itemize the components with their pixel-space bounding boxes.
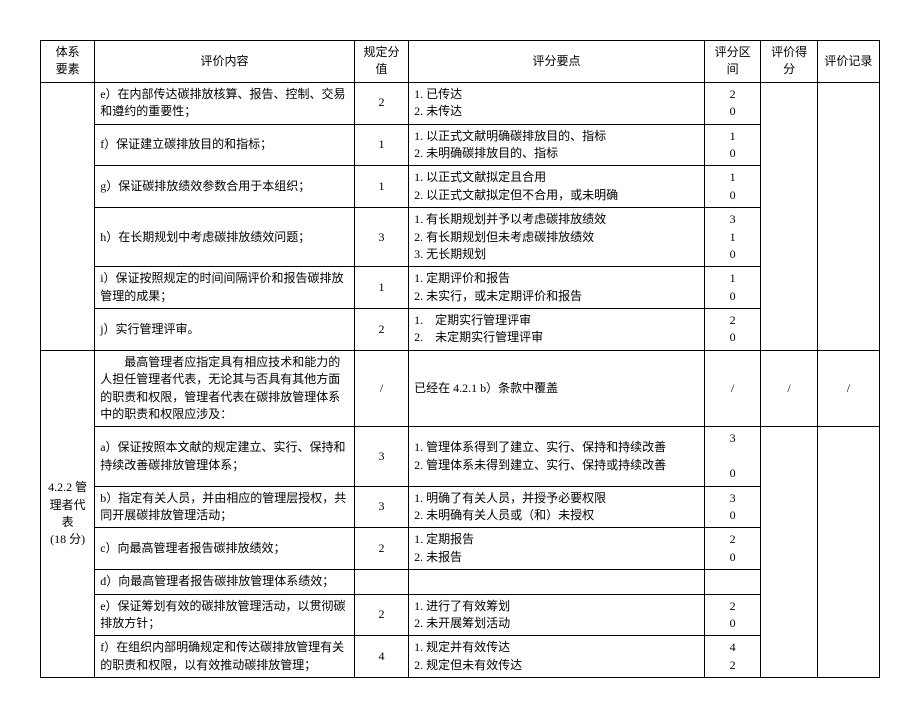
cell-content: 最高管理者应指定具有相应技术和能力的人担任管理者代表，无论其与否具有其他方面的职… — [95, 350, 355, 427]
cell-value: 2 — [354, 82, 408, 124]
cell-range: 20 — [704, 309, 760, 351]
cell-record — [817, 427, 879, 678]
cell-score — [761, 427, 817, 678]
cell-score — [761, 82, 817, 350]
cell-content: i）保证按照规定的时间间隔评价和报告碳排放管理的成果； — [95, 267, 355, 309]
header-range: 评分区间 — [704, 41, 760, 83]
header-content: 评价内容 — [95, 41, 355, 83]
cell-content: g）保证碳排放绩效参数合用于本组织； — [95, 166, 355, 208]
cell-content: f）在组织内部明确规定和传达碳排放管理有关的职责和权限，以有效推动碳排放管理； — [95, 636, 355, 678]
cell-value: 2 — [354, 594, 408, 636]
cell-range: 310 — [704, 208, 760, 267]
cell-content: e）在内部传达碳排放核算、报告、控制、交易和遵约的重要性； — [95, 82, 355, 124]
cell-range: 10 — [704, 267, 760, 309]
cell-record: / — [817, 350, 879, 427]
cell-value: 2 — [354, 309, 408, 351]
cell-score: / — [761, 350, 817, 427]
cell-value: 3 — [354, 486, 408, 528]
header-record: 评价记录 — [817, 41, 879, 83]
cell-range: / — [704, 350, 760, 427]
cell-value: 1 — [354, 267, 408, 309]
cell-range: 42 — [704, 636, 760, 678]
cell-points: 1. 明确了有关人员，并授予必要权限2. 未明确有关人员或（和）未授权 — [409, 486, 705, 528]
cell-value: 4 — [354, 636, 408, 678]
cell-points: 1. 定期报告2. 未报告 — [409, 528, 705, 570]
cell-range: 20 — [704, 594, 760, 636]
system-element: 4.2.2 管理者代表(18 分) — [41, 350, 95, 677]
cell-content: a）保证按照本文献的规定建立、实行、保持和持续改善碳排放管理体系； — [95, 427, 355, 486]
cell-range: 30 — [704, 486, 760, 528]
cell-content: e）保证筹划有效的碳排放管理活动，以贯彻碳排放方针； — [95, 594, 355, 636]
header-score: 评价得分 — [761, 41, 817, 83]
cell-range: 20 — [704, 528, 760, 570]
cell-points: 1. 有长期规划并予以考虑碳排放绩效2. 有长期规划但未考虑碳排放绩效3. 无长… — [409, 208, 705, 267]
cell-value: 1 — [354, 166, 408, 208]
cell-points — [409, 570, 705, 594]
cell-content: c）向最高管理者报告碳排放绩效； — [95, 528, 355, 570]
cell-value: 2 — [354, 528, 408, 570]
cell-range: 3 0 — [704, 427, 760, 486]
cell-content: f）保证建立碳排放目的和指标； — [95, 124, 355, 166]
cell-points: 1. 管理体系得到了建立、实行、保持和持续改善2. 管理体系未得到建立、实行、保… — [409, 427, 705, 486]
system-element-cont — [41, 82, 95, 350]
cell-content: h）在长期规划中考虑碳排放绩效问题； — [95, 208, 355, 267]
header-system: 体系要素 — [41, 41, 95, 83]
cell-range — [704, 570, 760, 594]
cell-points: 1. 规定并有效传达2. 规定但未有效传达 — [409, 636, 705, 678]
cell-points: 1. 进行了有效筹划2. 未开展筹划活动 — [409, 594, 705, 636]
cell-value: 3 — [354, 427, 408, 486]
cell-content: j）实行管理评审。 — [95, 309, 355, 351]
cell-points: 1. 定期实行管理评审2. 未定期实行管理评审 — [409, 309, 705, 351]
cell-value: / — [354, 350, 408, 427]
cell-range: 20 — [704, 82, 760, 124]
cell-range: 10 — [704, 166, 760, 208]
cell-value: 1 — [354, 124, 408, 166]
cell-content: b）指定有关人员，并由相应的管理层授权，共同开展碳排放管理活动； — [95, 486, 355, 528]
header-points: 评分要点 — [409, 41, 705, 83]
cell-points: 1. 定期评价和报告2. 未实行，或未定期评价和报告 — [409, 267, 705, 309]
cell-value: 3 — [354, 208, 408, 267]
cell-points: 1. 以正式文献拟定且合用2. 以正式文献拟定但不合用，或未明确 — [409, 166, 705, 208]
cell-range: 10 — [704, 124, 760, 166]
cell-content: d）向最高管理者报告碳排放管理体系绩效； — [95, 570, 355, 594]
evaluation-table: 体系要素评价内容规定分值评分要点评分区间评价得分评价记录 e）在内部传达碳排放核算… — [40, 40, 880, 678]
cell-record — [817, 82, 879, 350]
cell-points: 1. 已传达2. 未传达 — [409, 82, 705, 124]
header-value: 规定分值 — [354, 41, 408, 83]
cell-points: 1. 以正式文献明确碳排放目的、指标2. 未明确碳排放目的、指标 — [409, 124, 705, 166]
cell-points: 已经在 4.2.1 b）条款中覆盖 — [409, 350, 705, 427]
cell-value — [354, 570, 408, 594]
